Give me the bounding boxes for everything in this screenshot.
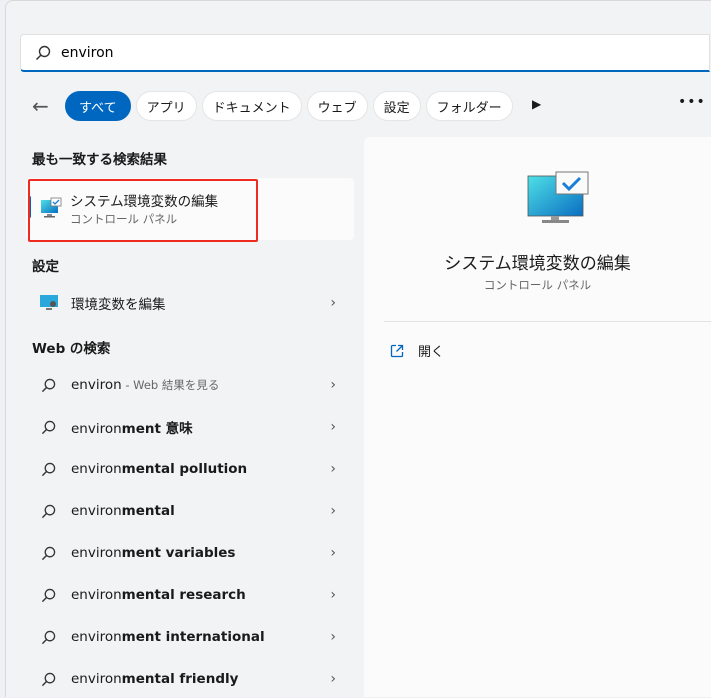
- suggestion-text: environ - Web 結果を見る: [71, 377, 219, 393]
- search-icon: [41, 420, 56, 434]
- search-icon: [41, 672, 56, 686]
- open-external-icon: [390, 344, 404, 357]
- settings-item[interactable]: 環境変数を編集 ›: [26, 284, 354, 322]
- suggestion-text: environment international: [71, 629, 265, 645]
- suggestion-prefix: environ: [71, 671, 122, 687]
- search-input[interactable]: [61, 44, 561, 61]
- filter-chip[interactable]: ドキュメント: [201, 91, 302, 121]
- suggestion-completion: mental friendly: [121, 671, 239, 687]
- filter-chips: すべてアプリドキュメントウェブ設定フォルダー写真: [65, 91, 515, 121]
- suggestion-completion: mental: [121, 503, 175, 519]
- filter-chip[interactable]: 設定: [372, 91, 421, 121]
- suggestion-prefix: environ: [71, 587, 122, 603]
- open-action-label: 開く: [418, 345, 445, 360]
- web-search-heading: Web の検索: [32, 341, 111, 357]
- suggestion-prefix: environ: [71, 421, 122, 437]
- chevron-right-icon: ›: [330, 545, 336, 561]
- more-options-icon[interactable]: •••: [678, 94, 706, 110]
- suggestion-completion: ment international: [121, 629, 265, 645]
- suggestion-text: environmental: [71, 503, 175, 519]
- chevron-right-icon: ›: [330, 503, 336, 519]
- suggestion-text: environmental friendly: [71, 671, 238, 687]
- search-icon: [41, 630, 56, 644]
- suggestion-prefix: environ: [71, 629, 122, 645]
- filter-chip[interactable]: すべて: [65, 91, 131, 121]
- best-match-heading: 最も一致する検索結果: [32, 152, 167, 168]
- suggestion-completion: mental pollution: [121, 461, 248, 477]
- open-action[interactable]: 開く: [390, 341, 444, 360]
- suggestion-suffix: - Web 結果を見る: [121, 378, 220, 392]
- search-icon: [41, 504, 56, 518]
- monitor-check-icon: [527, 171, 589, 223]
- search-icon: [41, 462, 56, 476]
- chevron-right-icon: ›: [330, 419, 336, 435]
- chevron-right-icon: ›: [330, 461, 336, 477]
- settings-heading: 設定: [32, 259, 59, 275]
- suggestion-prefix: environ: [71, 503, 122, 519]
- chevron-right-icon: ›: [330, 587, 336, 603]
- chevron-right-icon: ›: [330, 377, 336, 393]
- suggestion-completion: ment 意味: [121, 421, 193, 437]
- suggestion-prefix: environ: [71, 461, 122, 477]
- search-icon: [35, 45, 51, 60]
- more-filters-arrow-icon[interactable]: ▶: [532, 97, 541, 111]
- web-suggestion[interactable]: environment 意味 ›: [26, 408, 354, 446]
- filter-chip[interactable]: ウェブ: [306, 91, 368, 121]
- detail-title: システム環境変数の編集: [444, 254, 631, 274]
- search-icon: [41, 378, 56, 392]
- highlight-box: [28, 179, 258, 242]
- web-suggestion[interactable]: environ - Web 結果を見る ›: [26, 366, 354, 404]
- search-box[interactable]: [20, 34, 710, 72]
- search-icon: [41, 546, 56, 560]
- settings-item-label: 環境変数を編集: [71, 297, 166, 313]
- detail-subtitle: コントロール パネル: [483, 278, 592, 292]
- detail-panel: システム環境変数の編集 コントロール パネル 開く: [364, 137, 711, 697]
- suggestion-text: environmental pollution: [71, 461, 247, 477]
- search-icon: [41, 588, 56, 602]
- suggestion-text: environment variables: [71, 545, 235, 561]
- suggestion-completion: mental research: [121, 587, 246, 603]
- web-suggestion[interactable]: environmental ›: [26, 492, 354, 530]
- monitor-icon: [39, 295, 58, 310]
- suggestion-prefix: environ: [71, 545, 122, 561]
- chevron-right-icon: ›: [330, 629, 336, 645]
- suggestion-completion: ment variables: [121, 545, 236, 561]
- suggestion-text: environmental research: [71, 587, 246, 603]
- web-suggestion[interactable]: environment variables ›: [26, 534, 354, 572]
- web-suggestion[interactable]: environmental pollution ›: [26, 450, 354, 488]
- filter-chip[interactable]: アプリ: [135, 91, 197, 121]
- divider: [384, 321, 711, 322]
- web-suggestion[interactable]: environmental friendly ›: [26, 660, 354, 698]
- chevron-right-icon: ›: [330, 295, 336, 311]
- web-suggestion[interactable]: environmental research ›: [26, 576, 354, 614]
- suggestion-prefix: environ: [71, 377, 122, 393]
- suggestion-text: environment 意味: [71, 417, 193, 437]
- back-arrow-icon[interactable]: ←: [32, 94, 49, 118]
- filter-chip[interactable]: フォルダー: [425, 91, 513, 121]
- web-suggestion[interactable]: environment international ›: [26, 618, 354, 656]
- chevron-right-icon: ›: [330, 671, 336, 687]
